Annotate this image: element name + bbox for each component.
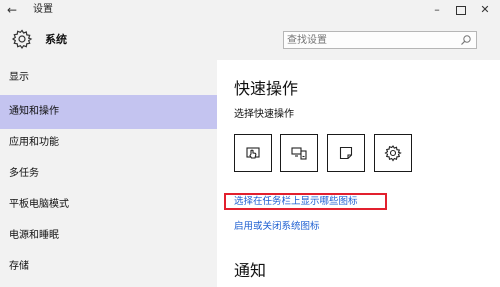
sidebar-item-notifications[interactable]: 通知和操作 [0,95,217,129]
connect-icon [291,147,307,160]
notifications-title: 通知 [234,261,267,280]
quick-action-settings[interactable] [374,134,412,172]
search-icon[interactable] [460,34,472,46]
settings-window: ← 设置 – ✕ 系统 显示 通知和操作 应用和功能 多任务 平板电脑模式 电源… [0,0,500,287]
sidebar-item-display[interactable]: 显示 [0,61,217,95]
title-bar: ← 设置 – ✕ [0,0,500,20]
note-icon [339,146,353,160]
section-subtitle: 选择快速操作 [234,109,294,120]
minimize-button[interactable]: – [426,2,448,18]
page-header: 系统 [0,20,500,60]
highlight-box [224,193,387,210]
sidebar-item-apps[interactable]: 应用和功能 [0,126,217,160]
page-title: 系统 [45,33,67,46]
maximize-icon [456,5,466,15]
window-title: 设置 [33,4,53,15]
sidebar-item-storage[interactable]: 存储 [0,250,217,284]
close-button[interactable]: ✕ [474,2,496,18]
main-content: 快速操作 选择快速操作 选择在任务栏上显示哪些图标 启用或关闭系统图标 通知 [217,60,500,287]
search-box[interactable] [283,31,477,49]
gear-icon [11,29,33,50]
back-arrow-icon[interactable]: ← [7,2,17,18]
quick-action-note[interactable] [327,134,365,172]
section-title: 快速操作 [234,79,299,98]
settings-icon [384,145,402,162]
search-input[interactable] [287,33,447,47]
system-icons-link[interactable]: 启用或关闭系统图标 [234,220,320,234]
sidebar-item-tablet-mode[interactable]: 平板电脑模式 [0,188,217,222]
sidebar-item-power-sleep[interactable]: 电源和睡眠 [0,219,217,253]
quick-action-tablet-mode[interactable] [234,134,272,172]
maximize-button[interactable] [450,2,472,18]
sidebar-item-multitasking[interactable]: 多任务 [0,157,217,191]
sidebar: 显示 通知和操作 应用和功能 多任务 平板电脑模式 电源和睡眠 存储 [0,60,217,287]
quick-action-connect[interactable] [280,134,318,172]
tablet-mode-icon [246,147,260,159]
